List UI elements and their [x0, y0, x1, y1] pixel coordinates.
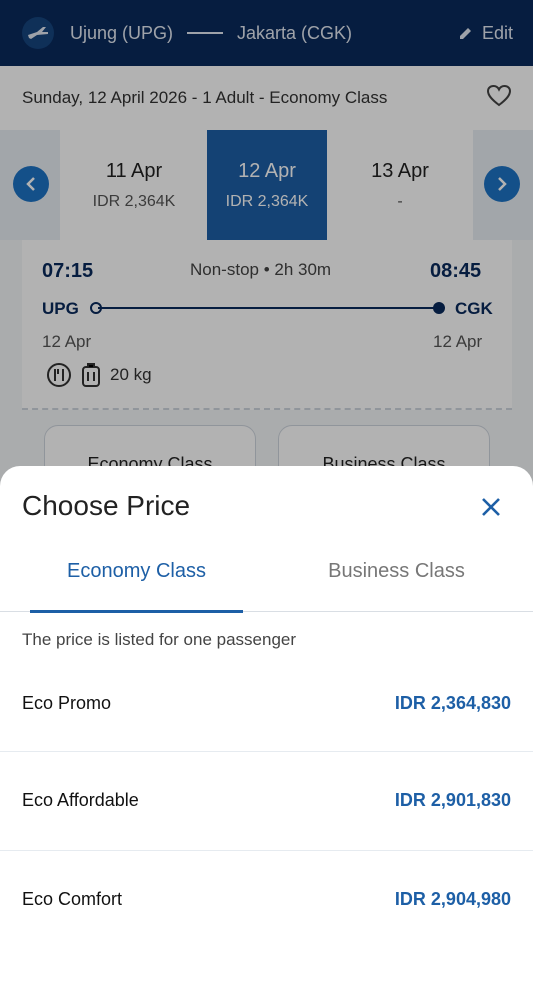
price-option-eco-promo[interactable]: Eco Promo IDR 2,364,830	[0, 654, 533, 752]
choose-price-sheet: Choose Price Economy Class Business Clas…	[0, 466, 533, 1000]
fare-name: Eco Comfort	[22, 889, 123, 909]
fare-amount: IDR 2,364,830	[394, 693, 511, 713]
price-option-eco-affordable[interactable]: Eco Affordable IDR 2,901,830	[0, 753, 533, 851]
sheet-title: Choose Price	[22, 490, 191, 521]
tab-economy-class[interactable]: Economy Class	[30, 546, 243, 613]
class-tabs: Economy Class Business Class	[0, 546, 533, 613]
fare-name: Eco Promo	[22, 693, 112, 713]
fare-name: Eco Affordable	[22, 790, 139, 810]
tab-business-class[interactable]: Business Class	[290, 546, 503, 612]
fare-amount: IDR 2,901,830	[394, 790, 511, 810]
price-option-eco-comfort[interactable]: Eco Comfort IDR 2,904,980	[0, 852, 533, 950]
price-note: The price is listed for one passenger	[22, 630, 297, 649]
fare-amount: IDR 2,904,980	[394, 889, 511, 909]
close-icon	[482, 498, 500, 516]
close-button[interactable]	[476, 492, 506, 522]
